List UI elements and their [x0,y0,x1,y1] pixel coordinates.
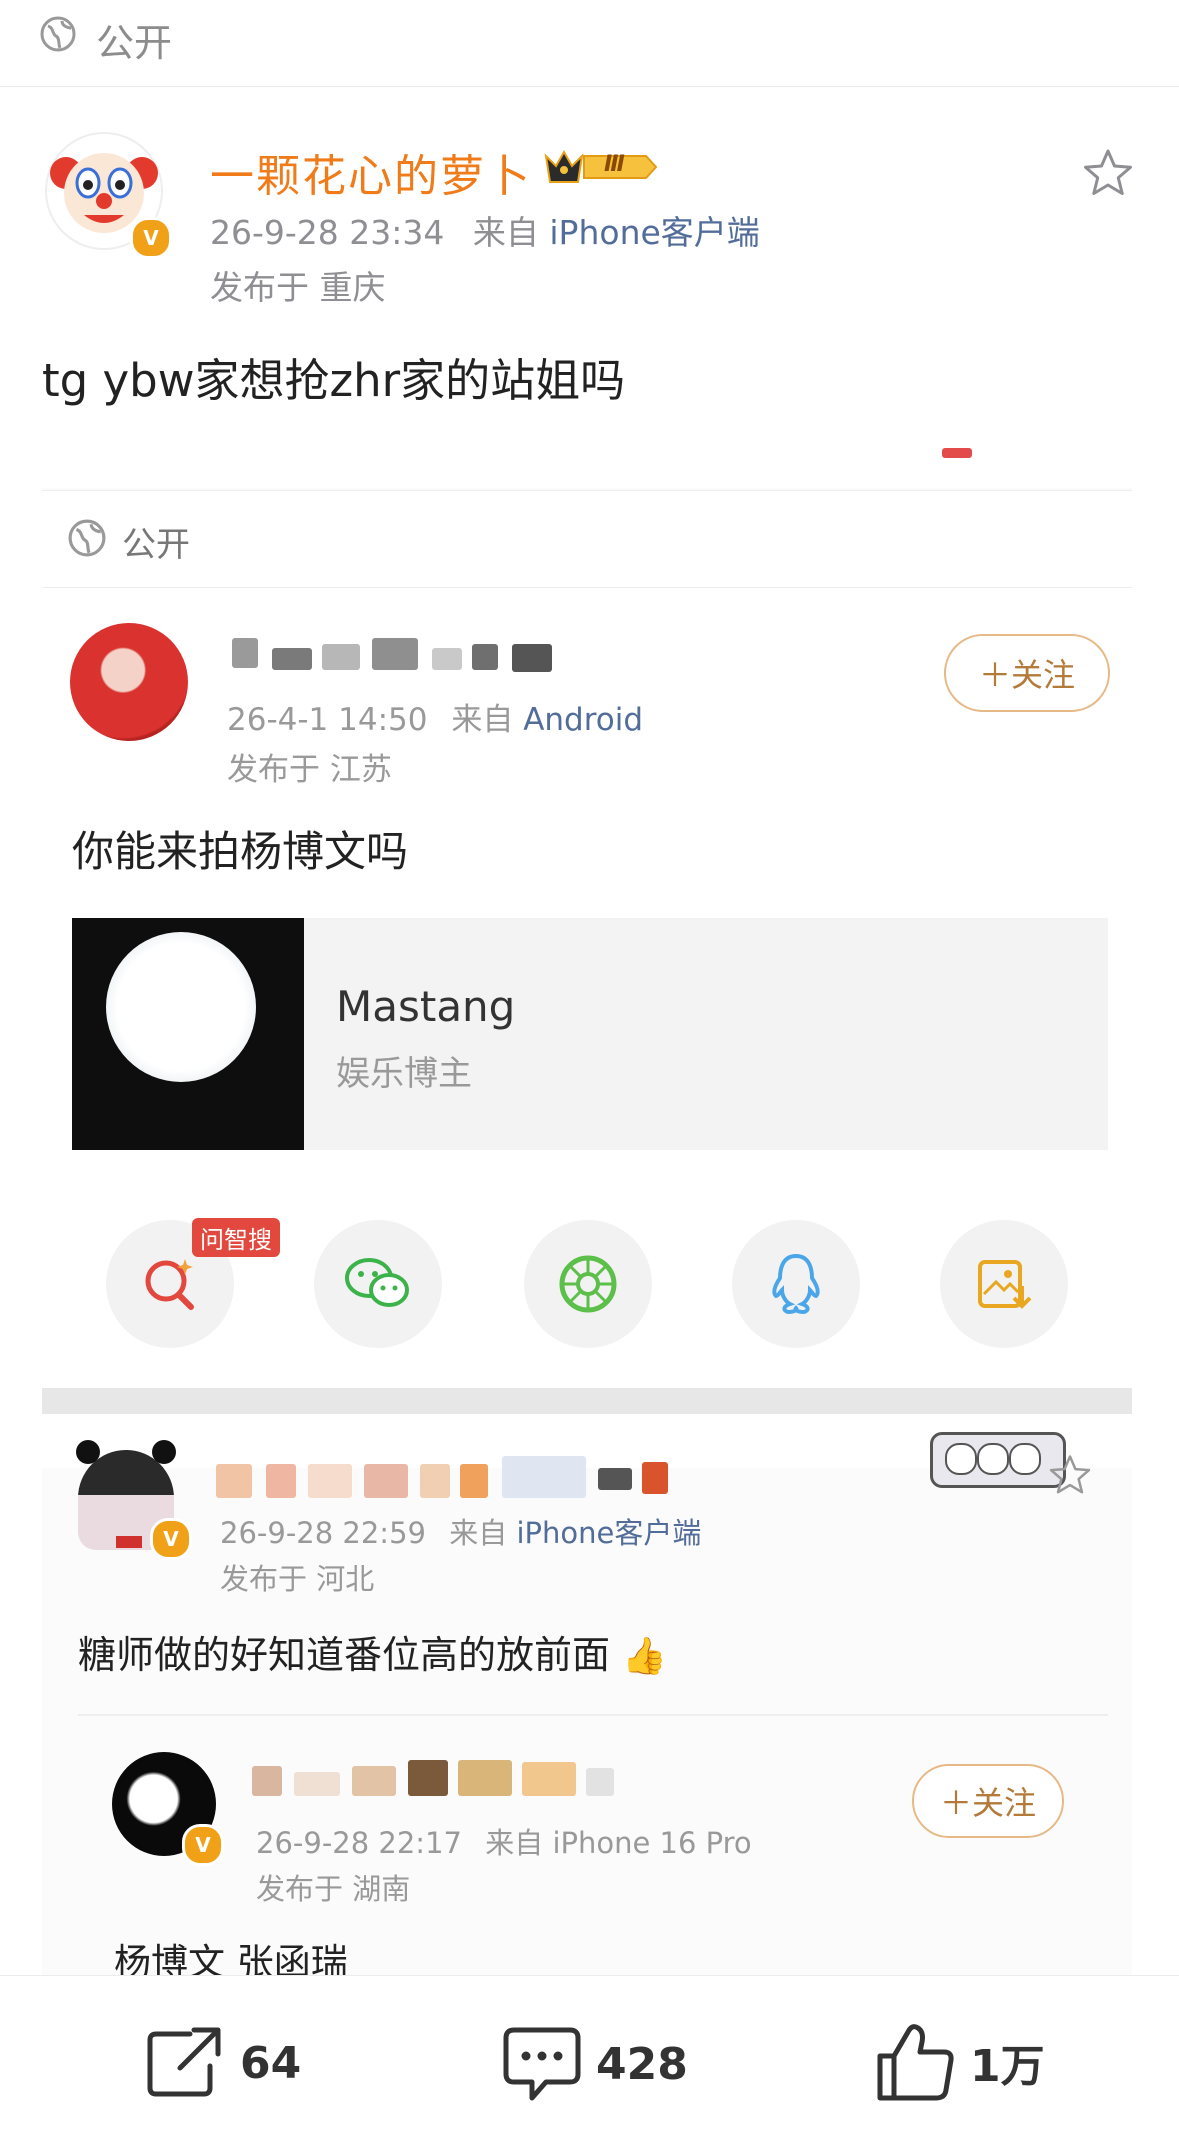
save-image-button[interactable] [940,1220,1068,1348]
user1-meta: 26-4-1 14:50 来自 Android [227,694,643,739]
crown-icon [544,149,658,183]
blurred-name [586,1768,614,1796]
visibility-bar: 公开 [0,0,1179,87]
save-image-icon [978,1260,1032,1309]
rooster-emoji [642,1462,668,1494]
blurred-name [502,1456,586,1498]
blurred-name [294,1772,340,1796]
author-name[interactable]: 一颗花心的萝卜 [210,140,532,204]
user2-timestamp: 26-9-28 22:59 [220,1516,426,1550]
verified-badge: V [130,217,172,259]
user3-source-prefix: 来自 [485,1826,544,1860]
comment-icon [503,2027,581,2101]
embed-text-1: 你能来拍杨博文吗 [72,827,409,876]
user2-meta: 26-9-28 22:59 来自 iPhone客户端 [220,1510,701,1552]
blurred-name [232,638,258,668]
embed-visibility-bar: 公开 [42,490,1132,588]
blurred-name [420,1464,450,1498]
like-count: 1万 [970,2041,1045,2092]
action-bar: 64 428 1万 [0,1975,1179,2135]
blurred-name [252,1766,282,1796]
blurred-name [512,644,552,672]
section-divider [42,1388,1132,1414]
moments-icon [559,1255,617,1313]
user2-source[interactable]: iPhone客户端 [516,1516,701,1550]
moon-image [106,932,256,1082]
repost-count: 64 [240,2037,302,2089]
card-subtitle: 娱乐博主 [336,1054,472,1094]
source-prefix: 来自 [472,213,539,252]
user1-source[interactable]: Android [523,702,643,738]
cropped-top-strip [42,448,1132,488]
visibility-label: 公开 [96,21,173,65]
moments-share-button[interactable] [524,1220,652,1348]
qq-share-button[interactable] [732,1220,860,1348]
user1-avatar[interactable] [70,623,188,741]
blurred-name [308,1464,352,1498]
wechat-share-button[interactable] [314,1220,442,1348]
comment-count: 428 [596,2038,688,2090]
blurred-name [272,648,312,670]
embed-visibility-label: 公开 [122,525,190,565]
fan-badge [930,1432,1066,1488]
user1-location: 发布于 江苏 [227,752,392,788]
level-label: Ⅲ [604,152,625,177]
avatar[interactable]: V [44,131,172,259]
user3-timestamp: 26-9-28 22:17 [256,1826,462,1860]
follow-button[interactable]: ＋关注 [912,1764,1064,1838]
card-thumbnail [72,918,304,1150]
user3-location: 发布于 湖南 [256,1872,411,1906]
favorite-star-icon[interactable] [1048,1454,1092,1496]
search-ai-badge: 问智搜 [192,1218,280,1257]
blurred-emoji [598,1468,632,1490]
post-text: tg ybw家想抢zhr家的站姐吗 [42,354,626,407]
blurred-name [408,1760,448,1796]
blurred-name [522,1762,576,1796]
user2-location: 发布于 河北 [220,1562,375,1596]
blurred-name [460,1464,488,1498]
globe-icon [68,519,106,557]
user1-timestamp: 26-4-1 14:50 [227,702,428,738]
blurred-name [472,644,498,670]
blurred-name [322,644,360,670]
repost-icon [147,2027,221,2097]
post-meta: 26-9-28 23:34 来自 iPhone客户端 [210,206,760,254]
follow-button[interactable]: ＋关注 [944,634,1110,712]
blurred-name [352,1766,396,1796]
profile-card[interactable]: Mastang 娱乐博主 [72,918,1108,1150]
thumbs-up-emoji-icon: 👍 [622,1636,667,1677]
search-ai-icon [145,1259,194,1310]
user2-source-prefix: 来自 [449,1516,508,1550]
comment-button[interactable]: 428 [502,2024,688,2104]
embedded-screenshot[interactable]: 公开 26-4-1 14:50 来自 Android 发布于 江苏 ＋关注 你能… [42,448,1132,1983]
post-timestamp: 26-9-28 23:34 [210,213,445,252]
repost-button[interactable]: 64 [146,2026,301,2100]
verified-badge: V [182,1824,224,1866]
verified-badge: V [150,1518,192,1560]
post-location: 发布于 重庆 [210,268,386,307]
user3-meta: 26-9-28 22:17 来自 iPhone 16 Pro [256,1820,752,1862]
like-button[interactable]: 1万 [876,2022,1045,2102]
globe-icon [40,16,76,52]
source-link[interactable]: iPhone客户端 [549,213,759,252]
blurred-name [266,1464,296,1498]
qq-icon [772,1253,820,1315]
blurred-name [458,1760,512,1796]
embed-text-2: 糖师做的好知道番位高的放前面 👍 [78,1624,667,1679]
user3-source[interactable]: iPhone 16 Pro [552,1826,751,1860]
user1-source-prefix: 来自 [451,702,514,738]
blurred-name [432,648,462,670]
card-title: Mastang [336,982,516,1031]
blurred-name [372,638,418,670]
wechat-icon [345,1258,409,1307]
blurred-name [216,1464,252,1498]
member-crown-badge[interactable]: Ⅲ [542,146,660,188]
favorite-star-icon[interactable] [1082,148,1134,198]
embed-text-2-content: 糖师做的好知道番位高的放前面 [78,1633,611,1677]
blurred-name [364,1464,408,1498]
thumbs-up-icon [877,2024,954,2101]
